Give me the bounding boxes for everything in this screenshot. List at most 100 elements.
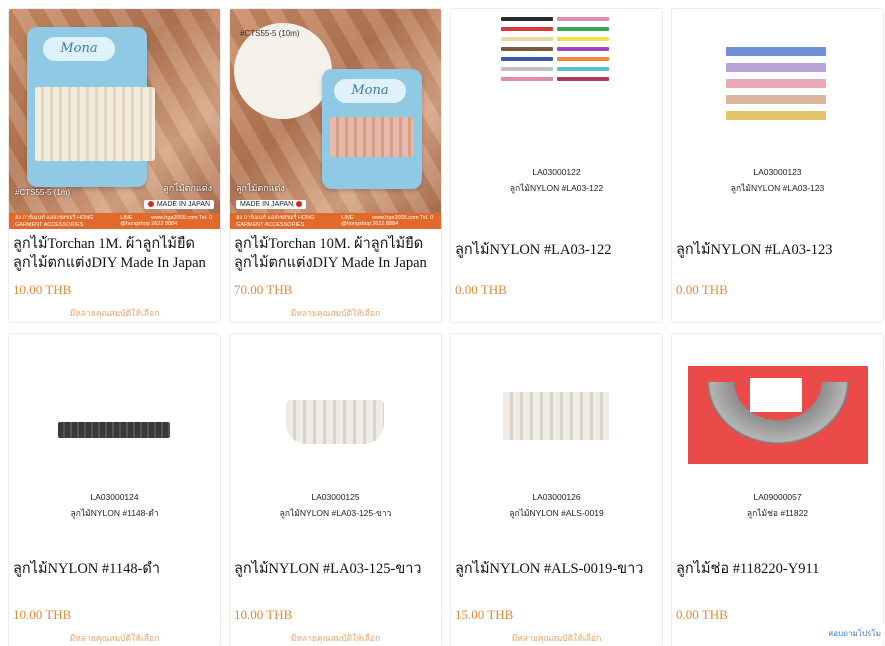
- catalog-name: ลูกไม้NYLON #LA03-123: [730, 183, 825, 193]
- product-card[interactable]: LA03000126 ลูกไม้NYLON #ALS-0019 ลูกไม้N…: [450, 333, 663, 646]
- footer-company: ฮง การ์เมนท์ แอสเซสซอรี่ HONG GARMENT AC…: [236, 215, 315, 228]
- color-swatch: [557, 57, 609, 61]
- japan-flag-icon: [296, 201, 303, 207]
- color-swatch: [501, 37, 553, 41]
- color-swatch: [726, 63, 826, 72]
- product-code-text: #CTS55-5 (10m): [240, 29, 300, 38]
- product-grid: Mona #CTS55-5 (1m) ลูกไม้ตกแต่ง MADE IN …: [8, 8, 884, 646]
- product-title[interactable]: ลูกไม้Torchan 1M. ผ้าลูกไม้ยืด ลูกไม้ตกแ…: [13, 235, 218, 273]
- catalog-code: LA09000057: [753, 492, 802, 502]
- product-title[interactable]: ลูกไม้NYLON #ALS-0019-ขาว: [455, 560, 660, 579]
- catalog-code: LA03000126: [532, 492, 581, 502]
- color-swatch: [501, 47, 553, 51]
- japan-flag-icon: [147, 201, 154, 207]
- color-swatches-left: [501, 17, 553, 87]
- color-swatch: [501, 77, 553, 81]
- footer-line: LINE @hongshop: [341, 215, 372, 227]
- product-card[interactable]: Mona #CTS55-5 (1m) ลูกไม้ตกแต่ง MADE IN …: [8, 8, 221, 323]
- product-image[interactable]: LA03000123 ลูกไม้NYLON #LA03-123: [672, 9, 883, 229]
- footer-contact: www.hga2005.com Tel. 0 2622 8884: [372, 215, 434, 227]
- product-price: 10.00 THB: [13, 282, 72, 297]
- catalog-code: LA03000125: [311, 492, 360, 502]
- lace-sample: [503, 392, 609, 440]
- product-title[interactable]: ลูกไม้Torchan 10M. ผ้าลูกไม้ยืด ลูกไม้ตก…: [234, 235, 439, 273]
- color-swatch: [726, 111, 826, 120]
- product-image[interactable]: LA03000122 ลูกไม้NYLON #LA03-122: [451, 9, 662, 229]
- color-swatch: [501, 67, 553, 71]
- color-swatch: [557, 37, 609, 41]
- footer-contact: www.hga2005.com Tel. 0 2622 8884: [151, 215, 213, 227]
- product-price: 0.00 THB: [455, 282, 507, 297]
- product-image[interactable]: LA03000124 ลูกไม้NYLON #1148-ดำ: [9, 334, 220, 554]
- product-card[interactable]: LA03000122 ลูกไม้NYLON #LA03-122 ลูกไม้N…: [450, 8, 663, 323]
- color-swatch: [501, 17, 553, 21]
- variant-note[interactable]: มีหลายคุณสมบัติให้เลือก: [230, 306, 441, 320]
- lace-collar-photo: [688, 366, 868, 464]
- product-price: 10.00 THB: [234, 607, 293, 622]
- catalog-name: ลูกไม้NYLON #LA03-125-ขาว: [279, 508, 392, 518]
- product-price: 0.00 THB: [676, 607, 728, 622]
- color-swatches: [726, 47, 826, 127]
- catalog-code: LA03000123: [753, 167, 802, 177]
- product-price: 70.00 THB: [234, 282, 293, 297]
- color-swatch: [501, 27, 553, 31]
- chat-button[interactable]: สอบถามโปรโม: [824, 625, 885, 642]
- product-image[interactable]: Mona #CTS55-5 (10m) ลูกไม้ตกแต่ง MADE IN…: [230, 9, 441, 229]
- image-footer-bar: ฮง การ์เมนท์ แอสเซสซอรี่ HONG GARMENT AC…: [9, 213, 220, 229]
- made-in-japan-tag: MADE IN JAPAN: [143, 200, 214, 209]
- product-card[interactable]: LA03000124 ลูกไม้NYLON #1148-ดำ ลูกไม้NY…: [8, 333, 221, 646]
- product-price: 10.00 THB: [13, 607, 72, 622]
- product-card[interactable]: LA09000057 ลูกไม้ช่อ #11822 ลูกไม้ช่อ #1…: [671, 333, 884, 646]
- lace-sample: [58, 422, 170, 438]
- product-price: 0.00 THB: [676, 282, 728, 297]
- catalog-name: ลูกไม้NYLON #ALS-0019: [509, 508, 604, 518]
- product-title[interactable]: ลูกไม้ช่อ #118220-Y911: [676, 560, 881, 579]
- product-price: 15.00 THB: [455, 607, 514, 622]
- product-photo: Mona #CTS55-5 (10m) ลูกไม้ตกแต่ง MADE IN…: [230, 9, 441, 229]
- product-title[interactable]: ลูกไม้NYLON #LA03-125-ขาว: [234, 560, 439, 579]
- catalog-code: LA03000124: [90, 492, 139, 502]
- color-swatch: [726, 95, 826, 104]
- catalog-code: LA03000122: [532, 167, 581, 177]
- product-image[interactable]: LA09000057 ลูกไม้ช่อ #11822: [672, 334, 883, 554]
- catalog-name: ลูกไม้ช่อ #11822: [746, 508, 809, 518]
- variant-note[interactable]: มีหลายคุณสมบัติให้เลือก: [451, 631, 662, 645]
- product-title[interactable]: ลูกไม้NYLON #1148-ดำ: [13, 560, 218, 579]
- made-tag-text: MADE IN JAPAN: [156, 201, 210, 208]
- image-footer-bar: ฮง การ์เมนท์ แอสเซสซอรี่ HONG GARMENT AC…: [230, 213, 441, 229]
- color-swatches-right: [557, 17, 609, 87]
- made-tag-text: MADE IN JAPAN: [240, 201, 294, 208]
- color-swatch: [557, 67, 609, 71]
- brand-logo: Mona: [334, 79, 406, 103]
- product-image[interactable]: LA03000126 ลูกไม้NYLON #ALS-0019: [451, 334, 662, 554]
- lace-roll: [330, 117, 414, 157]
- product-photo: Mona #CTS55-5 (1m) ลูกไม้ตกแต่ง MADE IN …: [9, 9, 220, 229]
- product-title[interactable]: ลูกไม้NYLON #LA03-122: [455, 241, 660, 260]
- variant-note[interactable]: มีหลายคุณสมบัติให้เลือก: [9, 631, 220, 645]
- footer-line: LINE @hongshop: [120, 215, 151, 227]
- color-swatch: [557, 47, 609, 51]
- brand-logo: Mona: [43, 37, 115, 61]
- color-swatch: [557, 77, 609, 81]
- color-swatch: [726, 79, 826, 88]
- product-code-text: #CTS55-5 (1m): [15, 188, 71, 197]
- photo-caption: ลูกไม้ตกแต่ง: [163, 183, 212, 193]
- catalog-name: ลูกไม้NYLON #LA03-122: [509, 183, 604, 193]
- product-image[interactable]: Mona #CTS55-5 (1m) ลูกไม้ตกแต่ง MADE IN …: [9, 9, 220, 229]
- product-card[interactable]: LA03000123 ลูกไม้NYLON #LA03-123 ลูกไม้N…: [671, 8, 884, 323]
- color-swatch: [726, 47, 826, 56]
- catalog-name: ลูกไม้NYLON #1148-ดำ: [70, 508, 159, 518]
- lace-roll: [35, 87, 155, 161]
- made-in-japan-tag: MADE IN JAPAN: [236, 200, 307, 209]
- product-card[interactable]: LA03000125 ลูกไม้NYLON #LA03-125-ขาว ลูก…: [229, 333, 442, 646]
- product-card[interactable]: Mona #CTS55-5 (10m) ลูกไม้ตกแต่ง MADE IN…: [229, 8, 442, 323]
- variant-note[interactable]: มีหลายคุณสมบัติให้เลือก: [9, 306, 220, 320]
- variant-note[interactable]: มีหลายคุณสมบัติให้เลือก: [230, 631, 441, 645]
- photo-caption: ลูกไม้ตกแต่ง: [236, 183, 285, 193]
- product-title[interactable]: ลูกไม้NYLON #LA03-123: [676, 241, 881, 260]
- sample-tag: [750, 378, 802, 412]
- lace-sample: [286, 400, 384, 444]
- color-swatch: [557, 17, 609, 21]
- product-image[interactable]: LA03000125 ลูกไม้NYLON #LA03-125-ขาว: [230, 334, 441, 554]
- color-swatch: [557, 27, 609, 31]
